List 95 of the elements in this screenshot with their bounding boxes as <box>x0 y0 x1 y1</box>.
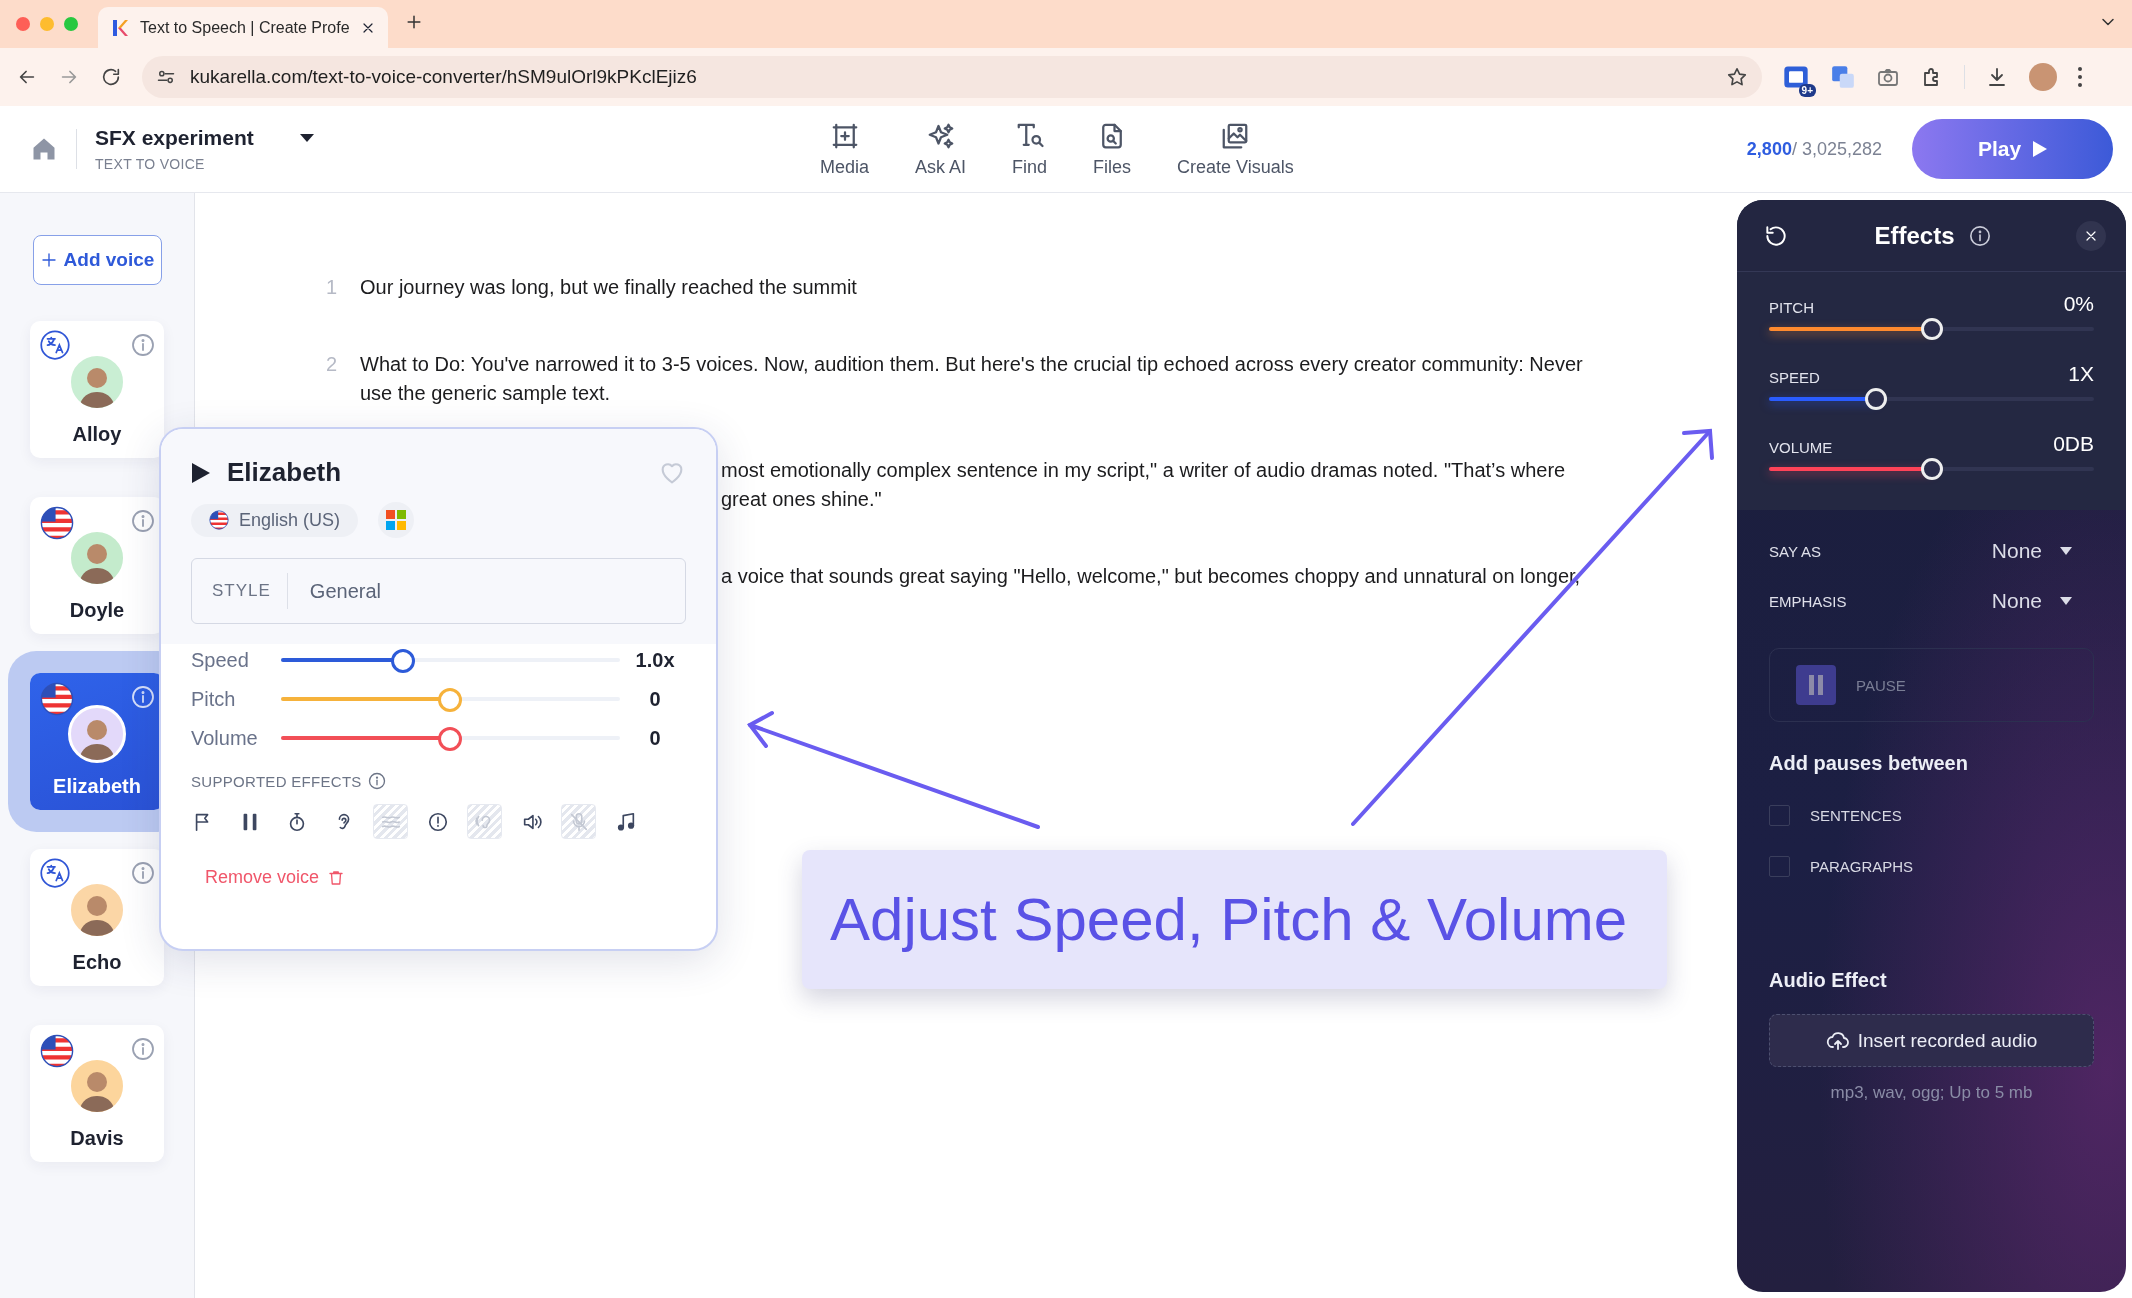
slider-thumb[interactable] <box>438 727 463 751</box>
pause-icon <box>1807 675 1825 695</box>
upload-hint: mp3, wav, ogg; Up to 5 mb <box>1830 1083 2033 1103</box>
style-field[interactable]: STYLE General <box>191 558 686 624</box>
us-flag-icon <box>209 510 229 530</box>
field-label: SAY AS <box>1769 542 1822 560</box>
close-button[interactable] <box>2076 220 2106 251</box>
slider-label: PITCH <box>1769 299 1814 316</box>
info-icon <box>131 509 155 533</box>
line-number: 2 <box>326 352 339 377</box>
slider-label: Speed <box>191 648 250 672</box>
slider[interactable] <box>1769 318 2094 340</box>
voice-name: Davis <box>70 1127 124 1150</box>
slider[interactable] <box>280 726 621 750</box>
us-flag-icon <box>40 682 74 716</box>
slider-value: 0 <box>648 687 662 711</box>
alert-icon <box>426 810 449 833</box>
paragraph: What to Do: You've narrowed it to 3-5 voices. Now, audition them. But here's the crucial tip echoed across every creator community: Never use the generic sample text. <box>360 352 1584 406</box>
slider-label: Pitch <box>191 687 237 711</box>
slider-value: 0% <box>2063 292 2094 316</box>
slider-thumb[interactable] <box>438 688 463 712</box>
info-icon <box>131 1037 155 1061</box>
add-voice-button[interactable]: Add voice <box>32 235 162 285</box>
dropdown[interactable]: None <box>1991 539 2072 563</box>
slider[interactable] <box>280 687 621 711</box>
slider[interactable] <box>280 648 621 672</box>
caption-text: Adjust Speed, Pitch & Volume <box>830 885 1628 954</box>
character-count: 2,800/ 3,025,282 <box>1746 138 1882 160</box>
translate-icon <box>40 858 70 888</box>
caret-icon <box>2060 547 2072 555</box>
voice-card[interactable]: Echo <box>30 849 164 986</box>
slider-label: Volume <box>191 726 259 750</box>
slider-value: 0 <box>648 726 662 750</box>
reload-icon[interactable] <box>100 66 122 88</box>
favicon-icon <box>110 17 130 38</box>
paragraph: most emotionally complex sentence in my script," a writer of audio dramas noted. "That’s where great ones shine." <box>721 458 1567 512</box>
dropdown[interactable]: None <box>1991 589 2072 613</box>
tab-title: Text to Speech | Create Profe <box>140 18 350 37</box>
voice-card[interactable]: Alloy <box>30 321 164 458</box>
section-title: Add pauses between <box>1769 752 1969 775</box>
checkbox-label: SENTENCES <box>1810 807 1902 824</box>
paragraph: Our journey was long, but we finally reached the summit <box>360 275 858 300</box>
plus-icon <box>39 251 58 269</box>
pause-button[interactable]: PAUSE <box>1769 648 2094 722</box>
info-icon <box>131 861 155 885</box>
play-button[interactable]: Play <box>1912 119 2113 179</box>
checkbox-label: PARAGRAPHS <box>1810 858 1914 875</box>
voice-title: Elizabeth <box>227 457 343 488</box>
toolbar-button[interactable]: Find <box>1012 120 1048 178</box>
slider-value: 1.0x <box>634 648 676 672</box>
upload-button[interactable]: Insert recorded audio <box>1769 1014 2094 1067</box>
info-icon <box>131 333 155 357</box>
voice-card[interactable]: Davis <box>30 1025 164 1162</box>
notification-badge: 9+ <box>1798 84 1816 97</box>
panel-title: Effects <box>1874 221 1955 250</box>
section-title: SUPPORTED EFFECTS <box>191 772 362 790</box>
voice-name: Alloy <box>72 423 122 446</box>
toolbar-button[interactable]: Files <box>1093 120 1132 178</box>
checkbox[interactable] <box>1769 856 1790 877</box>
checkbox[interactable] <box>1769 805 1790 826</box>
slider[interactable] <box>1769 388 2094 410</box>
voice-name: Elizabeth <box>53 775 141 798</box>
slider-thumb[interactable] <box>390 649 415 673</box>
caret-icon <box>2060 597 2072 605</box>
play-icon[interactable] <box>191 461 211 484</box>
trash-icon <box>327 868 346 887</box>
us-flag-icon <box>40 506 74 540</box>
address-bar[interactable]: kukarella.com/text-to-voice-converter/hSM9ulOrl9kPKclEjiz6 <box>142 56 1762 98</box>
four-squares-icon <box>386 510 407 530</box>
slider[interactable] <box>1769 458 2094 480</box>
project-subtitle: TEXT TO VOICE <box>95 156 206 172</box>
slider-value: 1X <box>2068 362 2094 386</box>
us-flag-icon <box>40 1034 74 1068</box>
info-icon <box>131 685 155 709</box>
project-title[interactable]: SFX experiment <box>95 126 254 150</box>
info-icon <box>1968 224 1991 247</box>
browser-tab[interactable]: Text to Speech | Create Profe <box>98 7 388 48</box>
voice-name: Echo <box>72 951 122 974</box>
menu-icon[interactable] <box>2077 66 2083 88</box>
slider-value: 0DB <box>2053 432 2094 456</box>
toolbar-button[interactable]: Create Visuals <box>1177 120 1294 178</box>
star-icon[interactable] <box>1726 66 1748 88</box>
toolbar-button[interactable]: Media <box>820 120 870 178</box>
section-title: Audio Effect <box>1769 969 1888 992</box>
slider-label: VOLUME <box>1769 439 1833 456</box>
language-chip: English (US) <box>191 503 359 537</box>
line-number: 1 <box>326 275 339 300</box>
translate-icon <box>40 330 70 360</box>
voice-name: Doyle <box>69 599 125 622</box>
caret-icon[interactable] <box>299 133 314 143</box>
toolbar-button[interactable]: Ask AI <box>915 120 967 178</box>
field-label: EMPHASIS <box>1769 592 1848 610</box>
slider-label: SPEED <box>1769 369 1820 386</box>
info-icon <box>367 772 386 790</box>
play-icon <box>2033 141 2048 157</box>
